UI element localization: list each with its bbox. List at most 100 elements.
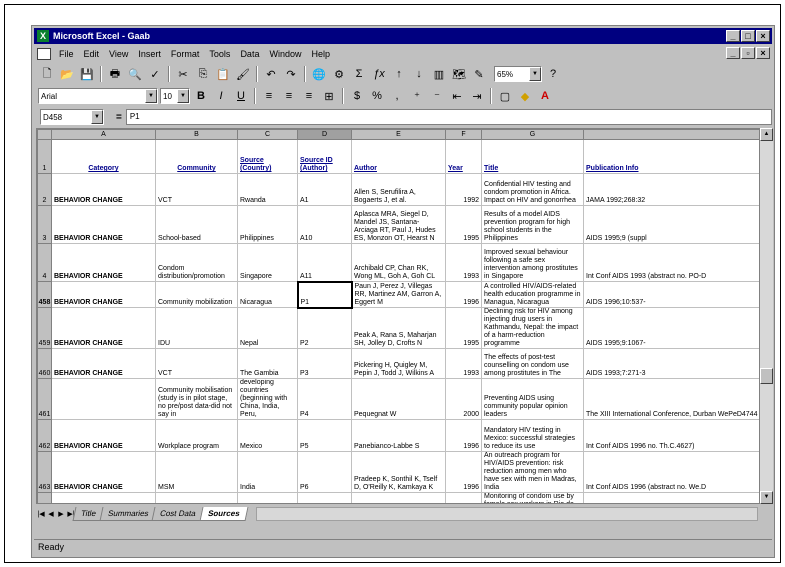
table-cell[interactable]: A11 [297,243,352,282]
table-cell[interactable]: A1 [297,173,352,206]
menu-file[interactable]: File [54,49,79,59]
table-cell[interactable]: BEHAVIOR CHANGE [51,307,156,349]
table-cell[interactable] [155,492,238,503]
row-header[interactable]: 458 [37,281,52,308]
row-header[interactable]: 2 [37,173,52,206]
currency-icon[interactable]: $ [348,87,366,105]
column-header-h[interactable] [582,129,761,140]
table-cell[interactable]: 2000 [445,378,482,420]
chevron-down-icon[interactable]: ▼ [529,67,541,81]
table-cell[interactable]: developing countries (beginning with Chi… [237,378,298,420]
table-cell[interactable]: IDU [155,307,238,349]
table-cell[interactable]: Community mobilisation (study is in pilo… [155,378,238,420]
undo-icon[interactable]: ↶ [262,65,280,83]
table-cell[interactable]: BEHAVIOR CHANGE [51,419,156,452]
table-cell[interactable]: P4 [297,378,352,420]
table-cell[interactable]: P3 [297,348,352,379]
percent-icon[interactable]: % [368,87,386,105]
spreadsheet-grid[interactable]: A B C D E F G 1 Category Community Sourc… [36,128,768,504]
function-icon[interactable]: ƒx [370,65,388,83]
table-cell[interactable]: Mexico [237,419,298,452]
tab-summaries[interactable]: Summaries [99,507,157,521]
redo-icon[interactable]: ↷ [282,65,300,83]
table-cell[interactable]: India [237,451,298,493]
table-cell[interactable]: Nicaragua [237,281,298,308]
merge-center-icon[interactable]: ⊞ [320,87,338,105]
header-cell[interactable]: Author [351,139,446,174]
table-cell[interactable]: BEHAVIOR CHANGE [51,348,156,379]
table-cell[interactable]: An outreach program for HIV/AIDS prevent… [481,451,584,493]
sort-ascending-icon[interactable]: ↑ [390,65,408,83]
table-cell[interactable]: 1996 [445,281,482,308]
table-cell[interactable]: BEHAVIOR CHANGE [51,173,156,206]
zoom-select[interactable]: 65% ▼ [494,66,542,82]
column-header-b[interactable]: B [155,129,238,140]
menu-view[interactable]: View [104,49,133,59]
table-cell[interactable]: VCT [155,173,238,206]
table-cell[interactable]: BEHAVIOR CHANGE [51,205,156,244]
spelling-icon[interactable]: ✓ [146,65,164,83]
paste-icon[interactable]: 📋 [214,65,232,83]
table-cell[interactable]: The Gambia [237,348,298,379]
table-cell[interactable]: Rwanda [237,173,298,206]
menu-tools[interactable]: Tools [204,49,235,59]
table-cell[interactable]: Nepal [237,307,298,349]
table-cell[interactable]: Aplasca MRA, Siegel D, Mandel JS, Santan… [351,205,446,244]
table-cell[interactable]: Archibald CP, Chan RK, Wong ML, Goh A, G… [351,243,446,282]
fill-color-icon[interactable]: ◆ [516,87,534,105]
first-sheet-icon[interactable]: |◀ [36,510,46,518]
minimize-button[interactable]: _ [726,30,740,42]
horizontal-scrollbar[interactable] [256,507,758,521]
menu-data[interactable]: Data [235,49,264,59]
scroll-up-icon[interactable]: ▲ [760,128,773,141]
table-cell[interactable]: Int Conf AIDS 1996 no. Th.C.4627) [582,419,761,452]
table-cell[interactable]: P6 [297,451,352,493]
column-header-g[interactable]: G [481,129,584,140]
header-cell[interactable]: Category [51,139,156,174]
table-cell[interactable]: P5 [297,419,352,452]
map-icon[interactable]: 🗺 [450,65,468,83]
table-cell[interactable]: 1995 [445,205,482,244]
borders-icon[interactable]: ▢ [496,87,514,105]
table-cell[interactable]: Confidential HIV testing and condom prom… [481,173,584,206]
table-cell[interactable] [51,378,156,420]
table-cell[interactable]: Paun J, Perez J, Villegas RR, Martinez A… [351,281,446,308]
table-cell[interactable]: Monitoring of condom use by female sex w… [481,492,584,503]
font-size-select[interactable]: 10 ▼ [160,88,190,104]
vertical-scrollbar[interactable]: ▲ ▼ [759,128,773,504]
align-right-icon[interactable]: ≡ [300,87,318,105]
name-box[interactable]: D458 ▼ [40,109,104,125]
table-cell[interactable]: Philippines [237,205,298,244]
doc-minimize-button[interactable]: _ [726,47,740,59]
table-cell[interactable]: MSM [155,451,238,493]
table-cell[interactable]: 1993 [445,348,482,379]
row-header[interactable]: 3 [37,205,52,244]
chevron-down-icon[interactable]: ▼ [91,110,103,124]
table-cell[interactable]: P1 [296,280,353,309]
table-cell[interactable]: Declining risk for HIV among injecting d… [481,307,584,349]
sort-descending-icon[interactable]: ↓ [410,65,428,83]
table-cell[interactable]: Int Conf AIDS 1996 (abstract no. We.D [582,451,761,493]
print-preview-icon[interactable]: 🔍 [126,65,144,83]
scroll-thumb[interactable] [760,368,773,384]
align-left-icon[interactable]: ≡ [260,87,278,105]
table-cell[interactable]: Results of a model AIDS prevention progr… [481,205,584,244]
row-header[interactable]: 463 [37,451,52,493]
column-header-a[interactable]: A [51,129,156,140]
autosum-icon[interactable]: Σ [350,65,368,83]
menu-help[interactable]: Help [306,49,335,59]
table-cell[interactable]: Community mobilization [155,281,238,308]
table-cell[interactable]: 1996 [445,451,482,493]
table-cell[interactable]: 1993 [445,243,482,282]
table-cell[interactable] [351,492,446,503]
table-cell[interactable] [582,492,761,503]
table-cell[interactable]: Peak A, Rana S, Maharjan SH, Jolley D, C… [351,307,446,349]
table-cell[interactable]: P2 [297,307,352,349]
table-cell[interactable]: AIDS 1995;9:1067- [582,307,761,349]
header-cell[interactable]: Community [155,139,238,174]
select-all-corner[interactable] [37,129,52,140]
table-cell[interactable]: Mandatory HIV testing in Mexico: success… [481,419,584,452]
table-cell[interactable]: School-based [155,205,238,244]
row-header[interactable] [37,492,52,503]
table-cell[interactable] [237,492,298,503]
